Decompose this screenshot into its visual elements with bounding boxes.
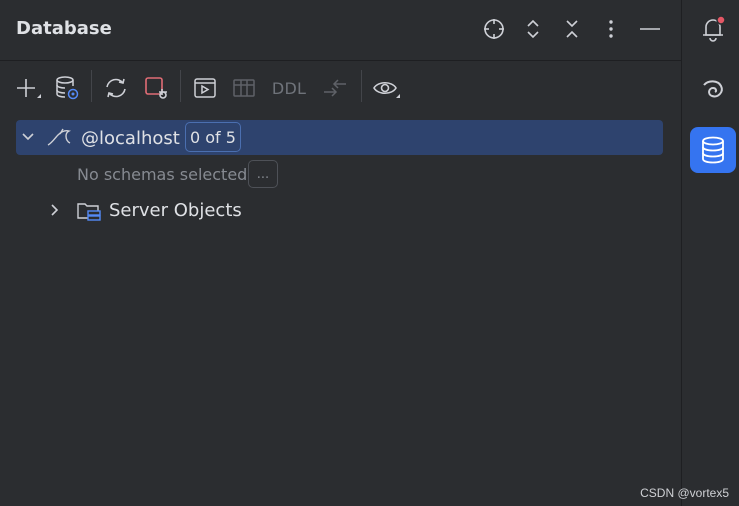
select-schemas-button[interactable]: ... [248,160,278,188]
view-options-icon[interactable] [371,73,401,103]
database-tool-window: Database DDL @localhost 0 of 5 No schema… [0,0,681,506]
database-icon[interactable] [690,127,736,173]
jump-icon [320,73,350,103]
no-schemas-label: No schemas selected [77,165,248,184]
ddl-button: DDL [270,73,308,103]
ai-assistant-icon[interactable] [690,67,736,113]
more-options-icon[interactable] [598,16,624,42]
tool-window-title: Database [16,18,112,39]
refresh-icon[interactable] [101,73,131,103]
data-source-properties-icon[interactable] [52,73,82,103]
add-icon[interactable] [12,73,42,103]
disconnect-icon[interactable] [141,73,171,103]
server-objects-label: Server Objects [109,200,242,221]
ddl-label: DDL [271,78,307,98]
expand-all-icon[interactable] [520,16,546,42]
tool-window-header: Database [0,0,681,61]
mysql-dolphin-icon [46,126,72,152]
watermark: CSDN @vortex5 [640,486,729,500]
chevron-down-icon[interactable] [20,129,36,149]
schema-count-badge[interactable]: 0 of 5 [185,122,241,152]
notifications-icon[interactable] [690,6,736,52]
table-icon [229,73,259,103]
toolbar-separator [361,70,362,102]
toolbar-separator [180,70,181,102]
datasource-name: @localhost [81,128,180,149]
server-objects-folder-icon [76,199,102,227]
toolbar-separator [91,70,92,102]
crosshair-icon[interactable] [481,16,507,42]
minimize-icon[interactable] [637,16,663,42]
console-icon[interactable] [190,73,220,103]
collapse-all-icon[interactable] [559,16,585,42]
chevron-right-icon[interactable] [47,202,63,222]
